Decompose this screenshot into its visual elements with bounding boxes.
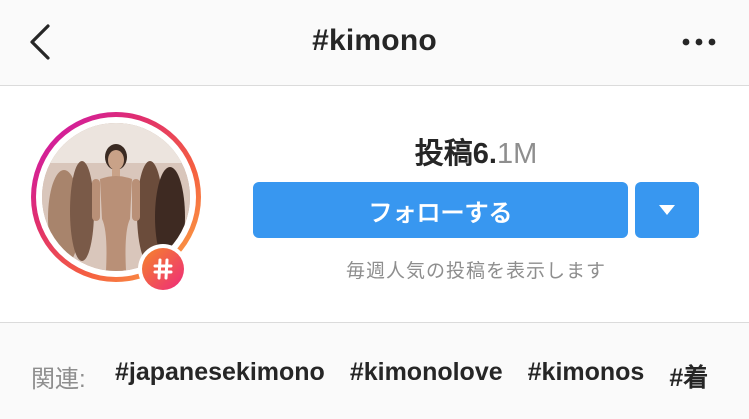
related-hashtags-bar: 関連: #japanesekimono #kimonolove #kimonos…: [0, 323, 749, 419]
caret-down-icon: [659, 205, 675, 215]
follow-options-dropdown-button[interactable]: [635, 182, 699, 238]
hashtag-badge: [138, 244, 188, 294]
ellipsis-icon: [682, 38, 716, 46]
hashtag-icon: [153, 258, 173, 280]
post-count: 投稿6.1M: [253, 130, 699, 172]
top-nav-bar: #kimono: [0, 0, 749, 86]
related-tag[interactable]: #着: [669, 358, 708, 394]
post-count-label: 投稿: [414, 138, 473, 170]
related-tags-list: #japanesekimono #kimonolove #kimonos #着: [115, 358, 733, 394]
related-label: 関連:: [31, 366, 86, 393]
post-count-unit: 1M: [496, 138, 538, 170]
related-tag[interactable]: #kimonos: [528, 358, 645, 394]
post-count-value: 6.: [472, 138, 497, 170]
follow-button[interactable]: フォローする: [253, 182, 628, 238]
related-tag[interactable]: #japanesekimono: [115, 358, 325, 394]
hashtag-badge-circle: [142, 248, 184, 290]
more-options-button[interactable]: [679, 26, 719, 58]
weekly-top-posts-note: 毎週人気の投稿を表示します: [345, 261, 606, 282]
hashtag-profile: 投稿6.1M フォローする 毎週人気の投稿を表示します: [0, 86, 749, 323]
page-title: #kimono: [312, 24, 437, 57]
related-tag[interactable]: #kimonolove: [350, 358, 503, 394]
